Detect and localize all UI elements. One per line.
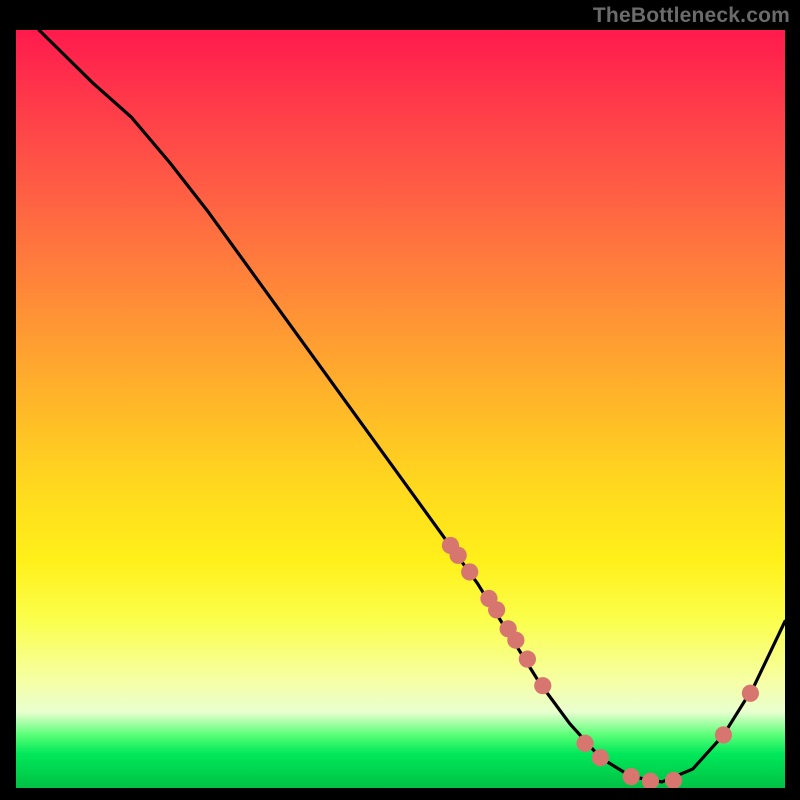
chart-stage: TheBottleneck.com (0, 0, 800, 800)
sample-point (576, 735, 593, 752)
sample-point (519, 651, 536, 668)
sample-point (623, 768, 640, 785)
sample-point (665, 772, 682, 788)
sample-point (488, 601, 505, 618)
watermark-text: TheBottleneck.com (593, 4, 790, 28)
sample-point (507, 632, 524, 649)
sample-point (592, 749, 609, 766)
sample-point (461, 563, 478, 580)
plot-area (16, 30, 785, 788)
sample-point (642, 773, 659, 788)
sample-point (742, 685, 759, 702)
sample-point (715, 726, 732, 743)
sample-point (450, 547, 467, 564)
sample-point (534, 677, 551, 694)
sample-points (16, 30, 785, 788)
